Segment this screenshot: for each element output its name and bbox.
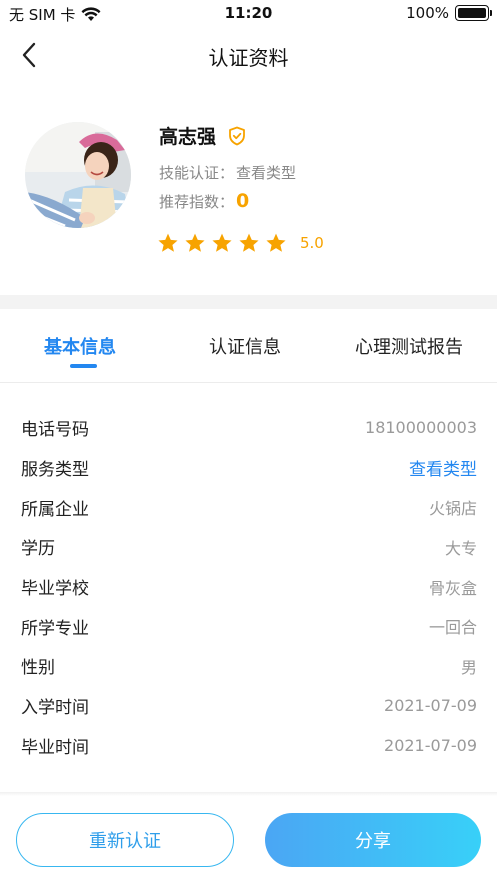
info-list: 电话号码 18100000003 服务类型 查看类型 所属企业 火锅店 学历 大… [0, 408, 497, 765]
star-icon [185, 233, 205, 252]
user-name: 高志强 [159, 126, 217, 148]
info-row-service-type: 服务类型 查看类型 [0, 448, 497, 488]
info-value: 一回合 [428, 618, 477, 638]
info-label: 毕业学校 [21, 579, 89, 600]
battery-icon [455, 5, 492, 21]
avatar [25, 122, 131, 228]
info-value: 火锅店 [428, 499, 477, 519]
info-value: 2021-07-09 [384, 696, 477, 716]
status-bar: 无 SIM 卡 11:20 100% [0, 0, 497, 30]
info-row-company: 所属企业 火锅店 [0, 487, 497, 527]
view-type-link[interactable]: 查看类型 [409, 455, 477, 480]
star-icon [158, 233, 178, 252]
info-row-gender: 性别 男 [0, 646, 497, 686]
recommend-label: 推荐指数： [159, 192, 235, 211]
battery-percent: 100% [406, 4, 449, 22]
tab-psych-report[interactable]: 心理测试报告 [355, 333, 463, 359]
info-label: 所属企业 [21, 499, 89, 520]
recommend-index: 推荐指数： 0 [159, 190, 249, 212]
info-value: 骨灰盒 [428, 578, 477, 598]
info-label: 毕业时间 [21, 737, 89, 758]
info-row-enrollment-date: 入学时间 2021-07-09 [0, 686, 497, 726]
share-button[interactable]: 分享 [265, 813, 481, 867]
name-row: 高志强 [159, 122, 246, 149]
profile-card: 高志强 技能认证： 查看类型 推荐指数： 0 5.0 [0, 100, 497, 295]
verified-shield-icon [229, 126, 245, 145]
status-right: 100% [406, 4, 492, 22]
info-row-school: 毕业学校 骨灰盒 [0, 567, 497, 607]
info-label: 所学专业 [21, 618, 89, 639]
rating-score: 5.0 [300, 234, 324, 252]
tab-basic-info[interactable]: 基本信息 [44, 333, 116, 359]
info-value: 18100000003 [365, 418, 477, 438]
star-icon [239, 233, 259, 252]
star-icon [266, 233, 286, 252]
info-row-major: 所学专业 一回合 [0, 606, 497, 646]
info-row-education: 学历 大专 [0, 527, 497, 567]
skill-label: 技能认证： [159, 164, 235, 182]
info-label: 性别 [21, 658, 55, 679]
skill-certification: 技能认证： 查看类型 [159, 162, 296, 183]
skill-value[interactable]: 查看类型 [236, 162, 296, 183]
footer-divider [0, 792, 497, 796]
recertify-button[interactable]: 重新认证 [16, 813, 234, 867]
info-row-phone: 电话号码 18100000003 [0, 408, 497, 448]
recommend-value: 0 [236, 190, 250, 212]
tab-bar: 基本信息 认证信息 心理测试报告 [0, 309, 497, 383]
info-label: 学历 [21, 539, 55, 560]
tab-certification-info[interactable]: 认证信息 [209, 333, 281, 359]
info-value: 大专 [444, 538, 477, 558]
info-label: 电话号码 [21, 420, 89, 441]
info-label: 入学时间 [21, 698, 89, 719]
info-value: 2021-07-09 [384, 735, 477, 755]
active-tab-indicator [70, 364, 97, 368]
info-row-graduation-date: 毕业时间 2021-07-09 [0, 726, 497, 766]
nav-bar: 认证资料 [0, 30, 497, 82]
info-value: 男 [460, 657, 477, 677]
info-label: 服务类型 [21, 460, 89, 481]
rating-stars: 5.0 [157, 232, 324, 254]
star-icon [212, 233, 232, 252]
section-divider [0, 295, 497, 309]
page-title: 认证资料 [208, 46, 289, 70]
